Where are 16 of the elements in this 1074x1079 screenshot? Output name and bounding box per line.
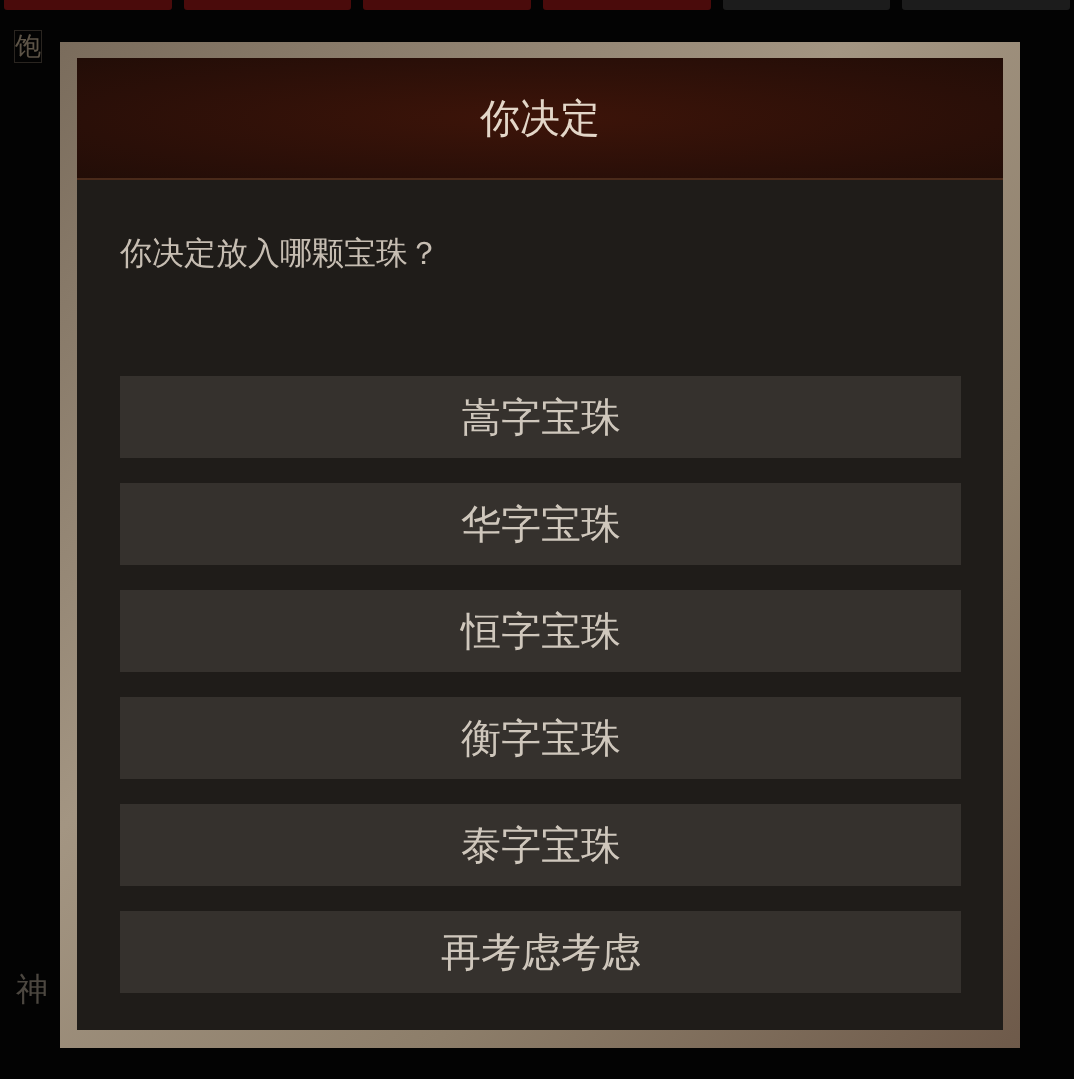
option-button[interactable]: 嵩字宝珠 (120, 376, 961, 458)
option-button[interactable]: 华字宝珠 (120, 483, 961, 565)
option-button[interactable]: 泰字宝珠 (120, 804, 961, 886)
tab[interactable] (902, 0, 1071, 10)
question-text: 你决定放入哪颗宝珠？ (120, 233, 441, 274)
tab[interactable] (543, 0, 711, 10)
side-label: 神 (16, 969, 48, 1010)
tab[interactable] (4, 0, 172, 10)
tab[interactable] (183, 0, 352, 10)
option-button[interactable]: 衡字宝珠 (120, 697, 961, 779)
tab[interactable] (722, 0, 891, 10)
dialog-title: 你决定 (480, 93, 600, 143)
option-button[interactable]: 再考虑考虑 (120, 911, 961, 993)
option-button[interactable]: 恒字宝珠 (120, 590, 961, 672)
side-label: 饱 (14, 30, 42, 64)
tab[interactable] (363, 0, 531, 10)
